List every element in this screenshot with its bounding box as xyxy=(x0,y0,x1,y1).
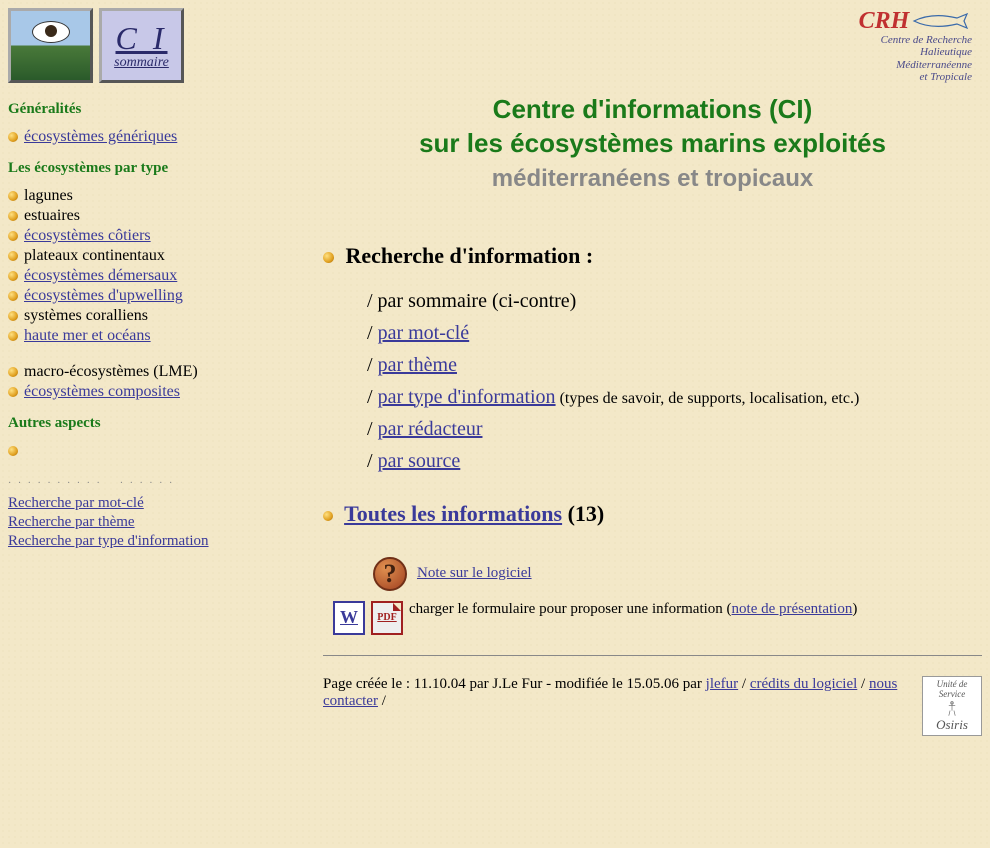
sidebar-link[interactable]: écosystèmes composites xyxy=(24,383,180,400)
link-par-source[interactable]: par source xyxy=(378,450,461,472)
word-doc-icon[interactable]: W xyxy=(333,601,365,635)
section-autres: Autres aspects xyxy=(8,415,273,432)
link-toutes-informations[interactable]: Toutes les informations xyxy=(344,501,562,526)
sidebar: Généralités écosystèmes génériques Les é… xyxy=(8,87,283,736)
bullet-icon xyxy=(8,211,18,221)
bullet-icon xyxy=(8,132,18,142)
link-par-mot-cle[interactable]: par mot-clé xyxy=(378,322,470,344)
sidebar-link[interactable]: écosystèmes démersaux xyxy=(24,267,177,284)
bullet-icon xyxy=(8,291,18,301)
form-text: charger le formulaire pour proposer une … xyxy=(409,601,732,617)
main-content: Centre d'informations (CI) sur les écosy… xyxy=(283,87,982,736)
bullet-icon xyxy=(323,511,333,521)
bullet-icon xyxy=(8,231,18,241)
ci-sublabel: sommaire xyxy=(114,55,169,71)
link-par-redacteur[interactable]: par rédacteur xyxy=(378,418,483,440)
help-icon[interactable]: ? xyxy=(373,557,407,591)
search-options: / par sommaire (ci-contre) / par mot-clé… xyxy=(367,285,982,477)
bullet-icon xyxy=(8,387,18,397)
bullet-icon xyxy=(8,331,18,341)
bullet-icon xyxy=(8,311,18,321)
all-info-count: (13) xyxy=(562,501,604,526)
sidebar-label: plateaux continentaux xyxy=(24,247,165,264)
sidebar-link[interactable]: haute mer et océans xyxy=(24,327,151,344)
link-par-theme[interactable]: par thème xyxy=(378,354,457,376)
bullet-icon xyxy=(8,271,18,281)
link-credits[interactable]: crédits du logiciel xyxy=(750,676,857,692)
sidebar-search-link[interactable]: Recherche par thème xyxy=(8,514,273,531)
osiris-logo[interactable]: Unité de Service Osiris xyxy=(922,676,982,736)
bullet-icon xyxy=(8,251,18,261)
sidebar-search-link[interactable]: Recherche par mot-clé xyxy=(8,495,273,512)
ci-label: C I xyxy=(116,20,168,57)
bullet-icon xyxy=(323,252,334,263)
link-jlefur[interactable]: jlefur xyxy=(706,676,738,692)
pdf-doc-icon[interactable]: PDF xyxy=(371,601,403,635)
sidebar-label: macro-écosystèmes (LME) xyxy=(24,363,198,380)
fish-icon xyxy=(912,12,972,30)
sidebar-label: lagunes xyxy=(24,187,73,204)
sidebar-label: systèmes coralliens xyxy=(24,307,148,324)
bullet-icon xyxy=(8,446,18,456)
home-eye-icon[interactable] xyxy=(8,8,93,83)
search-header: Recherche d'information : xyxy=(323,243,982,269)
top-icon-bar: C I sommaire xyxy=(8,8,184,83)
divider xyxy=(323,655,982,656)
link-par-type[interactable]: par type d'information xyxy=(378,386,556,408)
opt-sommaire: / par sommaire (ci-contre) xyxy=(367,290,576,312)
crh-acronym: CRH xyxy=(859,8,910,34)
crh-logo: CRH Centre de Recherche Halieutique Médi… xyxy=(859,8,982,83)
sidebar-link[interactable]: écosystèmes côtiers xyxy=(24,227,151,244)
bullet-icon xyxy=(8,191,18,201)
link-note-presentation[interactable]: note de présentation xyxy=(732,601,853,617)
link-note-logiciel[interactable]: Note sur le logiciel xyxy=(417,565,532,582)
separator: · · · · · · · · · · · · · · · · xyxy=(8,478,273,489)
all-info-row: Toutes les informations (13) xyxy=(323,501,982,527)
page-title: Centre d'informations (CI) sur les écosy… xyxy=(323,93,982,193)
section-ecosystemes: Les écosystèmes par type xyxy=(8,160,273,177)
section-generalites: Généralités xyxy=(8,101,273,118)
ci-sommaire-icon[interactable]: C I sommaire xyxy=(99,8,184,83)
sidebar-search-link[interactable]: Recherche par type d'information xyxy=(8,533,273,550)
sidebar-label: estuaires xyxy=(24,207,80,224)
footer: Unité de Service Osiris Page créée le : … xyxy=(323,676,982,710)
sidebar-link[interactable]: écosystèmes d'upwelling xyxy=(24,287,183,304)
bullet-icon xyxy=(8,367,18,377)
sidebar-link[interactable]: écosystèmes génériques xyxy=(24,128,177,145)
